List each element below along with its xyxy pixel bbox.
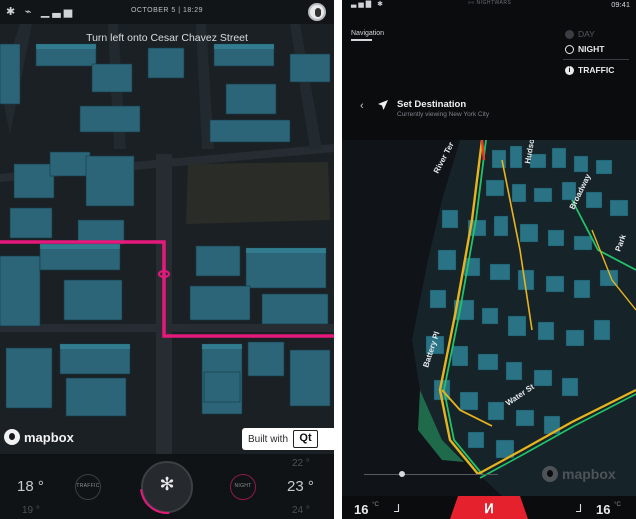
mapbox-logo: mapbox	[4, 429, 74, 445]
night-button[interactable]: NIGHT	[230, 474, 256, 500]
right-temp-unit: °C	[614, 502, 621, 508]
left-temp-unit: °C	[372, 502, 379, 508]
mapbox-wordmark: mapbox	[24, 429, 74, 445]
info-icon: i	[565, 65, 574, 75]
turn-instruction: Turn left onto Cesar Chavez Street	[86, 32, 248, 44]
qt-logo: Qt	[293, 430, 319, 448]
left-temperature[interactable]: 18 °	[17, 478, 44, 495]
traffic-toggle[interactable]: i TRAFFIC	[565, 65, 614, 75]
mode-divider	[563, 59, 629, 60]
zoom-slider-track[interactable]	[364, 474, 498, 475]
night-radio-icon	[565, 44, 574, 54]
seat-right-icon[interactable]: ⅃	[576, 502, 582, 515]
right-temp-value: 16	[596, 502, 611, 517]
status-bar: ✱ ⌁ ▁▃▅ OCTOBER 5 | 18:29	[0, 0, 334, 24]
right-temperature[interactable]: 16 °C	[596, 502, 621, 517]
left-nav-screen: ✱ ⌁ ▁▃▅ OCTOBER 5 | 18:29 Turn left onto…	[0, 0, 334, 519]
built-with-text: Built with	[248, 433, 289, 445]
map-3d-view[interactable]	[0, 24, 334, 454]
set-destination-title[interactable]: Set Destination	[397, 99, 466, 110]
mapbox-logo: mapbox	[542, 466, 616, 482]
tab-navigation[interactable]: Navigation	[351, 30, 384, 37]
left-temp-value: 16	[354, 502, 369, 517]
home-logo-icon: ⵍ	[484, 501, 494, 516]
mapbox-mark-icon	[542, 466, 558, 482]
mode-night-label: NIGHT	[578, 44, 605, 54]
mapbox-mark-icon	[4, 429, 20, 445]
signal-icon: ▃▅▇ ✱	[351, 1, 385, 8]
navigation-arrow-icon	[378, 100, 388, 110]
traffic-label: TRAFFIC	[578, 65, 615, 75]
right-nav-screen: ▃▅▇ ✱ »« NIGHTWARS 09:41 Navigation DAY …	[342, 0, 636, 519]
ghost-temp-below-left: 19 °	[22, 505, 40, 516]
left-temperature[interactable]: 16 °C	[354, 502, 379, 517]
right-temperature[interactable]: 23 °	[287, 478, 314, 495]
fan-icon: ✻	[159, 474, 175, 494]
mode-day-option[interactable]: DAY	[565, 29, 595, 39]
mode-night-option[interactable]: NIGHT	[565, 44, 604, 54]
avatar[interactable]	[308, 3, 326, 21]
day-radio-icon	[565, 29, 574, 39]
ghost-temp-below-right: 24 °	[292, 505, 310, 516]
mode-day-label: DAY	[578, 29, 595, 39]
brand-logo: »« NIGHTWARS	[468, 0, 512, 6]
screenshot-canvas: ✱ ⌁ ▁▃▅ OCTOBER 5 | 18:29 Turn left onto…	[0, 0, 636, 519]
built-with-qt-badge: Built with Qt	[242, 428, 334, 450]
status-time: 09:41	[611, 0, 630, 9]
traffic-button[interactable]: TRAFFIC	[75, 474, 101, 500]
status-bar: ▃▅▇ ✱ »« NIGHTWARS 09:41	[342, 0, 636, 12]
zoom-slider-handle[interactable]	[399, 471, 405, 477]
fan-control[interactable]: ✻	[128, 448, 206, 519]
ghost-temp-above-right: 22 °	[292, 458, 310, 469]
manhattan-3d-map[interactable]: River Ter Hudson Broadway Park Battery P…	[342, 140, 636, 496]
set-destination-subtitle: Currently viewing New York City	[397, 111, 490, 118]
tab-underline	[351, 39, 372, 41]
status-date-time: OCTOBER 5 | 18:29	[130, 7, 204, 14]
back-chevron-icon[interactable]: ‹	[360, 100, 364, 112]
mapbox-wordmark: mapbox	[562, 466, 616, 482]
home-button[interactable]: ⵍ	[450, 496, 528, 519]
seat-left-icon[interactable]: ⅃	[394, 502, 400, 515]
